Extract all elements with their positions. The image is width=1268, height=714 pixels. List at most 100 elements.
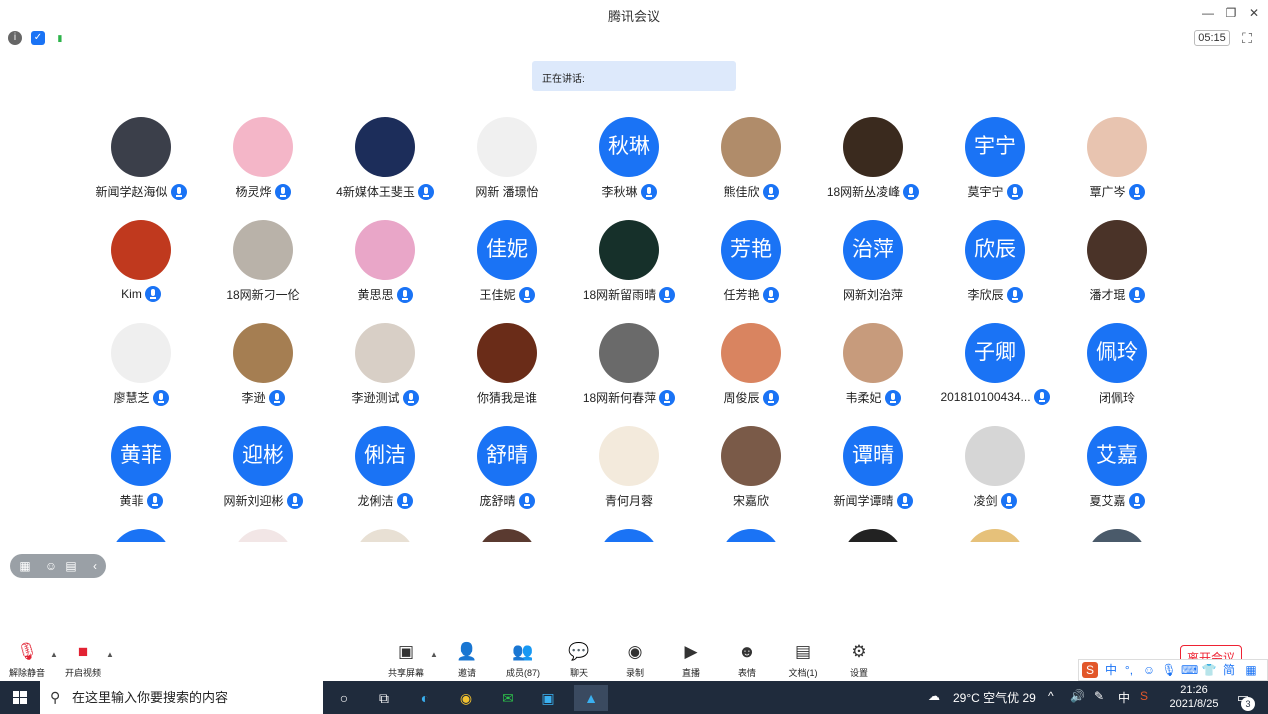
participant-tile[interactable]: 潘才琨 [1056, 213, 1178, 313]
info-icon[interactable]: i [8, 31, 22, 45]
tencent-meeting-icon[interactable]: ▲ [574, 685, 608, 711]
participant-tile[interactable]: 18网新何春萍 [568, 316, 690, 416]
layout-icon[interactable]: ▦ [18, 559, 32, 573]
participant-tile[interactable]: 艾嘉 夏艾嘉 [1056, 419, 1178, 519]
invite-button[interactable]: 👤 邀请 [440, 642, 494, 678]
participant-tile[interactable]: 芳艳 任芳艳 [690, 213, 812, 313]
shield-icon[interactable]: ✓ [31, 31, 45, 45]
participant-tile[interactable] [446, 522, 568, 542]
participant-tile[interactable]: 宋嘉欣 [690, 419, 812, 519]
live-button[interactable]: ▶ 直播 [664, 642, 718, 678]
participant-tile[interactable] [934, 522, 1056, 542]
sogou-tray-icon[interactable]: S [1140, 689, 1148, 703]
settings-button[interactable]: ⚙ 设置 [832, 642, 886, 678]
weather-icon[interactable]: ☁ [928, 689, 940, 703]
chrome-icon[interactable]: ◉ [452, 685, 480, 711]
documents-button[interactable]: ▤ 文档(1) [776, 642, 830, 678]
participant-tile[interactable]: 你猜我是谁 [446, 316, 568, 416]
wechat-icon[interactable]: ✉ [494, 685, 522, 711]
participant-tile[interactable] [690, 522, 812, 542]
participant-tile[interactable]: 迎彬 网新刘迎彬 [202, 419, 324, 519]
participant-tile[interactable]: 李逊 [202, 316, 324, 416]
participant-tile[interactable]: 熊佳欣 [690, 110, 812, 210]
participant-tile[interactable]: 佩玲 闭佩玲 [1056, 316, 1178, 416]
ime-emoji-icon[interactable]: ☺ [1141, 662, 1157, 678]
task-view-icon[interactable]: ⧉ [370, 685, 398, 711]
unmute-button[interactable]: 🎙 解除静音 [0, 642, 54, 678]
minimize-button[interactable]: — [1198, 3, 1218, 23]
participant-tile[interactable]: 青何月蓉 [568, 419, 690, 519]
participant-tile[interactable]: 宇宁 莫宇宁 [934, 110, 1056, 210]
participant-tile[interactable] [568, 522, 690, 542]
mic-icon [1128, 286, 1145, 303]
collapse-icon[interactable]: ‹ [88, 559, 102, 573]
edge-icon[interactable]: ◐ [411, 685, 439, 711]
participant-tile[interactable]: 覃广岑 [1056, 110, 1178, 210]
participant-tile[interactable] [80, 522, 202, 542]
ime-voice-icon[interactable]: 🎙 [1161, 662, 1177, 678]
participant-tile[interactable]: 18网新丛凌峰 [812, 110, 934, 210]
participant-name-row: 网新刘迎彬 [196, 492, 330, 510]
start-button[interactable] [0, 681, 40, 714]
taskbar-search-input[interactable]: ⚲ 在这里输入你要搜索的内容 [40, 681, 323, 714]
start-video-button[interactable]: ■ 开启视频 [56, 642, 110, 678]
tray-ime-lang[interactable]: 中 [1118, 689, 1130, 706]
fullscreen-icon[interactable]: ⛶ [1238, 29, 1256, 47]
share-screen-button[interactable]: ▣ 共享屏幕 [379, 642, 433, 678]
participant-tile[interactable]: 子卿 201810100434... [934, 316, 1056, 416]
participant-tile[interactable]: 周俊辰 [690, 316, 812, 416]
ime-punct-toggle[interactable]: °, [1121, 662, 1137, 678]
avatar [233, 529, 293, 542]
participant-tile[interactable] [202, 522, 324, 542]
participant-tile[interactable] [324, 522, 446, 542]
store-icon[interactable]: ▣ [534, 685, 562, 711]
participant-tile[interactable]: 俐洁 龙俐洁 [324, 419, 446, 519]
close-button[interactable]: ✕ [1244, 3, 1264, 23]
caption-icon[interactable]: ▤ [64, 559, 78, 573]
record-button[interactable]: ◉ 录制 [608, 642, 662, 678]
reactions-button[interactable]: ☻ 表情 [720, 642, 774, 678]
participant-tile[interactable]: 秋琳 李秋琳 [568, 110, 690, 210]
participant-tile[interactable]: 凌剑 [934, 419, 1056, 519]
participant-tile[interactable]: 18网新留雨晴 [568, 213, 690, 313]
ime-keyboard-icon[interactable]: ⌨ [1181, 662, 1198, 678]
participant-tile[interactable]: 4新媒体王斐玉 [324, 110, 446, 210]
participant-tile[interactable]: 廖慧芝 [80, 316, 202, 416]
participant-name: 18网新何春萍 [582, 391, 657, 405]
participant-tile[interactable]: 舒晴 庞舒晴 [446, 419, 568, 519]
ime-simplified-toggle[interactable]: 简 [1221, 662, 1237, 678]
sogou-logo-icon[interactable]: S [1082, 662, 1098, 678]
cortana-icon[interactable]: ○ [330, 685, 358, 711]
participant-tile[interactable] [812, 522, 934, 542]
members-button[interactable]: 👥 成员(87) [496, 642, 550, 678]
taskbar-clock[interactable]: 21:26 2021/8/25 [1164, 683, 1224, 711]
tray-expand-icon[interactable]: ^ [1048, 689, 1054, 703]
signal-icon[interactable]: ▮ [53, 31, 67, 45]
ime-lang-toggle[interactable]: 中 [1103, 662, 1119, 678]
participant-tile[interactable]: 欣辰 李欣辰 [934, 213, 1056, 313]
participant-tile[interactable] [1056, 522, 1178, 542]
participant-tile[interactable]: 黄思思 [324, 213, 446, 313]
pen-icon[interactable]: ✎ [1094, 689, 1104, 703]
weather-text[interactable]: 29°C 空气优 29 [953, 689, 1036, 706]
participant-tile[interactable]: 佳妮 王佳妮 [446, 213, 568, 313]
ime-menu-icon[interactable]: ▦ [1243, 662, 1259, 678]
participant-tile[interactable]: 韦柔妃 [812, 316, 934, 416]
video-options-caret[interactable]: ▲ [106, 650, 116, 660]
participant-tile[interactable]: 新闻学赵海似 [80, 110, 202, 210]
participant-tile[interactable]: Kim [80, 213, 202, 313]
participant-tile[interactable]: 网新 潘璟怡 [446, 110, 568, 210]
participant-tile[interactable]: 黄菲 黄菲 [80, 419, 202, 519]
chat-button[interactable]: 💬 聊天 [552, 642, 606, 678]
emoji-icon[interactable]: ☺ [44, 559, 58, 573]
participant-tile[interactable]: 谭晴 新闻学谭晴 [812, 419, 934, 519]
participant-tile[interactable]: 杨灵烨 [202, 110, 324, 210]
participant-name-row: 18网新留雨晴 [562, 286, 696, 304]
participant-tile[interactable]: 治萍 网新刘治萍 [812, 213, 934, 313]
ime-skin-icon[interactable]: 👕 [1201, 662, 1217, 678]
volume-icon[interactable]: 🔊 [1070, 689, 1085, 703]
participant-tile[interactable]: 18网新刁一伦 [202, 213, 324, 313]
participant-tile[interactable]: 李逊测试 [324, 316, 446, 416]
share-options-caret[interactable]: ▲ [430, 650, 440, 660]
restore-button[interactable]: ❐ [1221, 3, 1241, 23]
